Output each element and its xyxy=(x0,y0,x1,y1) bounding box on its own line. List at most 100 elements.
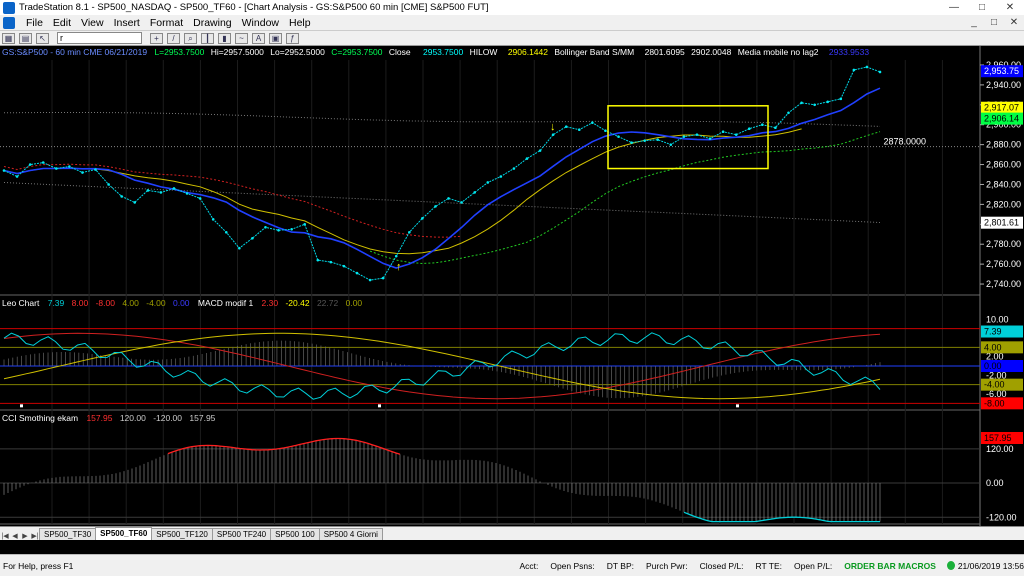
moving-average-value: 2933.9533 xyxy=(829,47,869,57)
close-point xyxy=(185,192,189,195)
close-point xyxy=(224,230,228,234)
menu-view[interactable]: View xyxy=(76,17,109,29)
open-icon[interactable]: ▤ xyxy=(19,32,32,44)
symbol-input[interactable]: r xyxy=(57,32,142,44)
up-arrow-icon: ↑ xyxy=(396,261,402,273)
price-axis-label: 2,820.00 xyxy=(986,199,1021,209)
new-chart-icon[interactable]: ▦ xyxy=(2,32,15,44)
window-title: TradeStation 8.1 - SP500_NASDAQ - SP500_… xyxy=(19,2,489,13)
tab-sp500-100[interactable]: SP500 100 xyxy=(270,528,320,540)
tab-next-icon[interactable]: ▶ xyxy=(20,532,30,540)
chart-area[interactable]: 2878.0000 ↑ ↓ GS:S&P500 - 60 min CME 06/21… xyxy=(0,46,1024,554)
macd-label: MACD modif 1 xyxy=(198,298,254,308)
menu-insert[interactable]: Insert xyxy=(109,17,145,29)
close-point xyxy=(41,161,45,164)
close-point xyxy=(865,65,869,69)
tab-sp500-tf120[interactable]: SP500_TF120 xyxy=(151,528,213,540)
cci-header: CCI Smothing ekam 157.95 120.00 -120.00 … xyxy=(2,413,216,423)
cci-axis-label: 0.00 xyxy=(986,478,1004,488)
close-point xyxy=(434,205,437,208)
leo-value-6: 0.00 xyxy=(173,298,190,308)
close-line xyxy=(3,66,881,281)
tab-sp500-4-giorni[interactable]: SP500 4 Giorni xyxy=(318,528,383,540)
close-point xyxy=(525,157,529,160)
grid xyxy=(51,60,943,524)
line-style-icon[interactable]: ~ xyxy=(235,32,248,44)
price-symbol-label: GS:S&P500 - 60 min CME 06/21/2019 xyxy=(2,47,147,57)
close-point xyxy=(15,175,19,178)
close-point xyxy=(133,201,137,204)
data-window-icon[interactable]: ▣ xyxy=(269,32,282,44)
menu-window[interactable]: Window xyxy=(237,17,284,29)
toolbar: ▦ ▤ ↖ r + / ⌕ ┃ ▮ ~ A ▣ ƒ xyxy=(0,31,1024,46)
close-point xyxy=(486,181,490,184)
tab-sp500-tf60[interactable]: SP500_TF60 xyxy=(95,527,153,540)
crosshair-icon[interactable]: + xyxy=(150,32,163,44)
close-button[interactable]: ✕ xyxy=(996,0,1024,15)
close-point xyxy=(172,187,176,190)
menu-help[interactable]: Help xyxy=(284,17,316,29)
close-point xyxy=(28,163,32,166)
high-value: Hi=2957.5000 xyxy=(211,47,264,57)
close-point xyxy=(564,125,568,129)
tab-prev-icon[interactable]: ◀ xyxy=(10,532,20,540)
cursor-icon[interactable]: ↖ xyxy=(36,32,49,44)
macd-badge-label: 0.00 xyxy=(984,361,1002,371)
zoom-icon[interactable]: ⌕ xyxy=(184,32,197,44)
macd-badge-label: 4.00 xyxy=(984,342,1002,352)
menu-format[interactable]: Format xyxy=(145,17,188,29)
insert-indicator-icon[interactable]: ƒ xyxy=(286,32,299,44)
close-point xyxy=(813,103,816,107)
menu-bar: File Edit View Insert Format Drawing Win… xyxy=(0,15,1024,31)
bollinger-label: Bollinger Band S/MM xyxy=(554,47,634,57)
trendline-icon[interactable]: / xyxy=(167,32,180,44)
leo-value-4: 4.00 xyxy=(122,298,139,308)
mdi-close-button[interactable]: ✕ xyxy=(1004,17,1024,28)
tab-sp500-tf30[interactable]: SP500_TF30 xyxy=(39,528,97,540)
tab-sp500-tf240[interactable]: SP500 TF240 xyxy=(211,528,272,540)
minimize-button[interactable]: — xyxy=(940,0,968,15)
price-axis-label: 2,760.00 xyxy=(986,259,1021,269)
cci-label: CCI Smothing ekam xyxy=(2,413,78,423)
close-point xyxy=(774,126,777,130)
price-badge-label: 2,917.07 xyxy=(984,103,1019,113)
close-point xyxy=(408,230,411,234)
close-point xyxy=(604,129,607,132)
price-axis-label: 2,860.00 xyxy=(986,160,1021,170)
text-icon[interactable]: A xyxy=(252,32,265,44)
close-point xyxy=(643,139,646,142)
price-axis-label: 2,840.00 xyxy=(986,179,1021,189)
close-value: C=2953.7500 xyxy=(331,47,383,57)
bollinger-value-1: 2801.6095 xyxy=(645,47,685,57)
menu-drawing[interactable]: Drawing xyxy=(188,17,237,29)
close-point xyxy=(447,197,450,200)
leo-value-1: 7.39 xyxy=(48,298,65,308)
maximize-button[interactable]: □ xyxy=(968,0,996,15)
price-axis: 2,960.002,940.002,920.002,900.002,880.00… xyxy=(980,60,1023,522)
menu-edit[interactable]: Edit xyxy=(48,17,76,29)
mdi-minimize-button[interactable]: _ xyxy=(964,17,984,28)
close-point xyxy=(211,218,215,221)
price-axis-label: 2,880.00 xyxy=(986,140,1021,150)
leo-value-2: 8.00 xyxy=(72,298,89,308)
closed-pl-label: Closed P/L: xyxy=(699,560,744,571)
close-point xyxy=(342,264,346,268)
close-point xyxy=(852,68,856,72)
price-axis-label: 2,780.00 xyxy=(986,239,1021,249)
candle-icon[interactable]: ▮ xyxy=(218,32,231,44)
close-point xyxy=(591,121,594,125)
close-point xyxy=(368,278,372,282)
close-point xyxy=(264,225,267,229)
close-point xyxy=(460,201,463,204)
menu-file[interactable]: File xyxy=(21,17,48,29)
title-bar: TradeStation 8.1 - SP500_NASDAQ - SP500_… xyxy=(0,0,1024,15)
mdi-restore-button[interactable]: □ xyxy=(984,17,1004,28)
price-badge-label: 2,906.14 xyxy=(984,114,1019,124)
bar-style-icon[interactable]: ┃ xyxy=(201,32,214,44)
tab-first-icon[interactable]: |◀ xyxy=(0,532,10,540)
price-axis-label: 2,940.00 xyxy=(986,80,1021,90)
document-icon[interactable] xyxy=(3,16,15,29)
green-average-line xyxy=(369,131,881,265)
order-bar-macros[interactable]: ORDER BAR MACROS xyxy=(844,561,936,571)
close-point xyxy=(499,175,503,178)
